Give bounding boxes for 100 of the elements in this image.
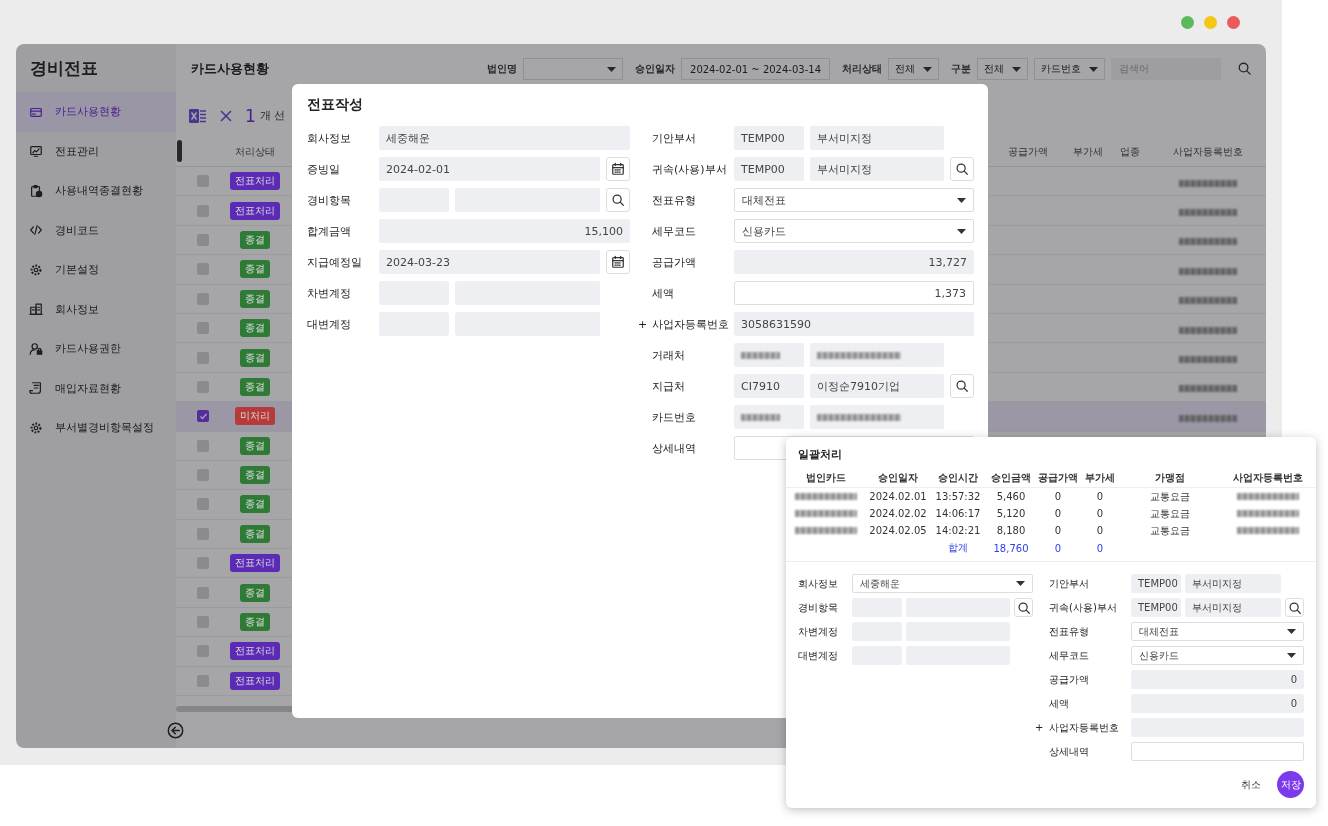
text-field[interactable]: 이정순7910기업 — [810, 374, 944, 398]
field-label: 경비항목 — [307, 192, 351, 208]
date-picker-button[interactable] — [606, 157, 630, 181]
close-icon[interactable] — [219, 109, 233, 123]
save-button[interactable]: 저장 — [1277, 771, 1304, 798]
dropdown[interactable]: 전체 — [977, 58, 1028, 80]
window-control[interactable] — [1204, 15, 1217, 29]
cancel-button[interactable]: 취소 — [1241, 777, 1261, 792]
search-button[interactable] — [606, 188, 630, 212]
text-field[interactable]: TEMP00 — [1131, 598, 1181, 617]
dropdown[interactable]: 카드번호 — [1034, 58, 1105, 80]
table-cell: 14:06:17 — [935, 508, 981, 519]
text-field[interactable] — [734, 343, 804, 367]
dropdown[interactable]: 세중해운 — [852, 574, 1033, 593]
checkbox[interactable] — [197, 204, 209, 217]
checkbox[interactable] — [197, 322, 209, 335]
sidebar-item[interactable]: 매입자료현황 — [16, 368, 176, 408]
date-picker-button[interactable] — [606, 250, 630, 274]
scrollbar-thumb[interactable] — [177, 140, 182, 162]
table-cell: 2024.02.01 — [869, 491, 927, 502]
sidebar-item[interactable]: 사용내역종결현황 — [16, 171, 176, 211]
checkbox[interactable] — [197, 439, 209, 452]
text-field[interactable]: 1,373 — [734, 281, 974, 305]
text-field[interactable]: TEMP00 — [734, 157, 804, 181]
status-badge: 전표처리 — [230, 554, 280, 573]
column-header: 승인일자 — [878, 471, 918, 485]
sidebar-item[interactable]: 부서별경비항목설정 — [16, 408, 176, 448]
checkbox[interactable] — [197, 292, 209, 305]
text-field[interactable]: 13,727 — [734, 250, 974, 274]
field-label: 상세내역 — [1049, 744, 1089, 759]
sidebar-item[interactable]: 카드사용현황 — [16, 92, 176, 132]
checkbox[interactable] — [197, 380, 209, 393]
text-field[interactable]: 0 — [1131, 694, 1304, 713]
dropdown[interactable]: 전체 — [888, 58, 939, 80]
checkbox[interactable] — [197, 263, 209, 276]
field-label: 세무코드 — [652, 223, 696, 239]
caret-icon — [1287, 629, 1296, 634]
table-cell: 교통요금 — [1150, 523, 1190, 538]
search-button[interactable] — [1014, 598, 1033, 617]
status-badge: 종결 — [240, 289, 270, 308]
date-range-field[interactable]: 2024-02-01 ~ 2024-03-14 — [681, 58, 830, 80]
field-label: 지급처 — [652, 378, 685, 394]
checkbox[interactable] — [197, 557, 209, 570]
redacted-text — [1237, 493, 1299, 500]
spreadsheet-icon[interactable] — [189, 108, 207, 124]
checkbox[interactable] — [197, 645, 209, 658]
checkbox[interactable] — [197, 469, 209, 482]
checkbox[interactable] — [197, 175, 209, 188]
redacted-text — [795, 510, 857, 517]
dropdown[interactable]: 신용카드 — [734, 219, 974, 243]
checkbox[interactable] — [197, 233, 209, 246]
text-field[interactable] — [810, 343, 944, 367]
search-button[interactable] — [950, 374, 974, 398]
expand-toggle[interactable]: + — [638, 317, 648, 331]
text-field[interactable]: 부서미지정 — [1185, 598, 1281, 617]
checkbox[interactable] — [197, 498, 209, 511]
checkbox[interactable] — [197, 410, 209, 423]
text-field[interactable] — [734, 405, 804, 429]
dropdown[interactable]: 대체전표 — [734, 188, 974, 212]
text-field[interactable]: 부서미지정 — [810, 126, 944, 150]
window-control[interactable] — [1227, 15, 1240, 29]
checkbox[interactable] — [197, 527, 209, 540]
sidebar-item[interactable]: 경비코드 — [16, 210, 176, 250]
text-field[interactable] — [810, 405, 944, 429]
checkbox[interactable] — [197, 674, 209, 687]
text-field[interactable]: 2024-02-01 — [379, 157, 600, 181]
sidebar-item[interactable]: 기본설정 — [16, 250, 176, 290]
text-field[interactable]: 세중해운 — [379, 126, 630, 150]
search-button[interactable] — [950, 157, 974, 181]
text-field[interactable]: 부서미지정 — [810, 157, 944, 181]
text-field[interactable]: 3058631590 — [734, 312, 974, 336]
text-field[interactable]: 15,100 — [379, 219, 630, 243]
status-badge: 전표처리 — [230, 642, 280, 661]
text-field[interactable]: 0 — [1131, 670, 1304, 689]
text-field[interactable]: 2024-03-23 — [379, 250, 600, 274]
window-control[interactable] — [1181, 15, 1194, 29]
table-cell: 5,460 — [996, 491, 1026, 502]
checkbox[interactable] — [197, 586, 209, 599]
dropdown[interactable]: 신용카드 — [1131, 646, 1304, 665]
checkbox[interactable] — [197, 351, 209, 364]
text-field[interactable]: TEMP00 — [1131, 574, 1181, 593]
table-cell: 교통요금 — [1150, 489, 1190, 504]
dropdown[interactable]: 대체전표 — [1131, 622, 1304, 641]
checkbox[interactable] — [197, 616, 209, 629]
search-button[interactable] — [1285, 598, 1304, 617]
redacted-text — [1179, 297, 1237, 305]
sidebar-item[interactable]: 회사정보 — [16, 289, 176, 329]
sidebar-item[interactable]: 카드사용권한 — [16, 329, 176, 369]
status-badge: 종결 — [240, 348, 270, 367]
expand-toggle[interactable]: + — [1035, 722, 1044, 733]
status-badge: 종결 — [240, 377, 270, 396]
text-field[interactable]: CI7910 — [734, 374, 804, 398]
person-lock-icon — [29, 341, 43, 356]
status-badge: 전표처리 — [230, 671, 280, 690]
text-field[interactable]: TEMP00 — [734, 126, 804, 150]
document-icon — [29, 381, 43, 396]
text-field[interactable]: 부서미지정 — [1185, 574, 1281, 593]
text-field[interactable] — [1131, 742, 1304, 761]
gear-icon — [29, 420, 43, 435]
dropdown[interactable] — [523, 58, 624, 80]
